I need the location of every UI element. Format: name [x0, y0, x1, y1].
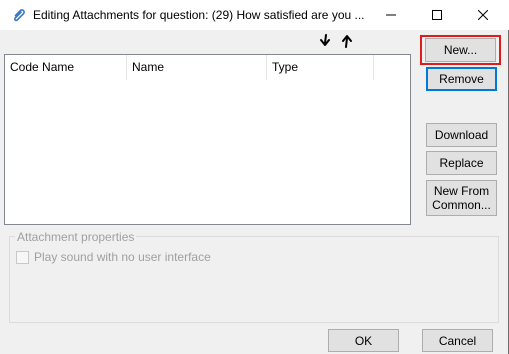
title-bar[interactable]: Editing Attachments for question: (29) H…	[0, 0, 509, 30]
new-button[interactable]: New...	[425, 38, 496, 62]
replace-button[interactable]: Replace	[426, 151, 497, 175]
paperclip-icon	[11, 7, 27, 23]
cancel-button[interactable]: Cancel	[422, 329, 493, 352]
column-header-type[interactable]: Type	[267, 55, 374, 80]
column-header-code-name[interactable]: Code Name	[5, 55, 127, 80]
new-from-common-button[interactable]: New From Common...	[426, 180, 497, 216]
close-icon	[478, 10, 488, 20]
window-title: Editing Attachments for question: (29) H…	[33, 8, 365, 22]
attachment-properties-label: Attachment properties	[15, 230, 137, 244]
remove-button[interactable]: Remove	[426, 67, 497, 91]
play-sound-label: Play sound with no user interface	[34, 250, 211, 264]
close-button[interactable]	[460, 0, 506, 30]
ok-button[interactable]: OK	[328, 329, 399, 352]
download-button[interactable]: Download	[426, 123, 497, 147]
attachments-dialog: Editing Attachments for question: (29) H…	[0, 0, 509, 354]
column-header-name[interactable]: Name	[127, 55, 267, 80]
minimize-icon	[386, 14, 396, 16]
attachments-list[interactable]: Code Name Name Type	[4, 54, 411, 225]
arrow-up-icon[interactable]	[341, 34, 353, 48]
maximize-icon	[432, 10, 442, 20]
play-sound-checkbox[interactable]	[16, 251, 29, 264]
maximize-button[interactable]	[414, 0, 460, 30]
minimize-button[interactable]	[368, 0, 414, 30]
arrow-down-icon[interactable]	[319, 34, 331, 48]
